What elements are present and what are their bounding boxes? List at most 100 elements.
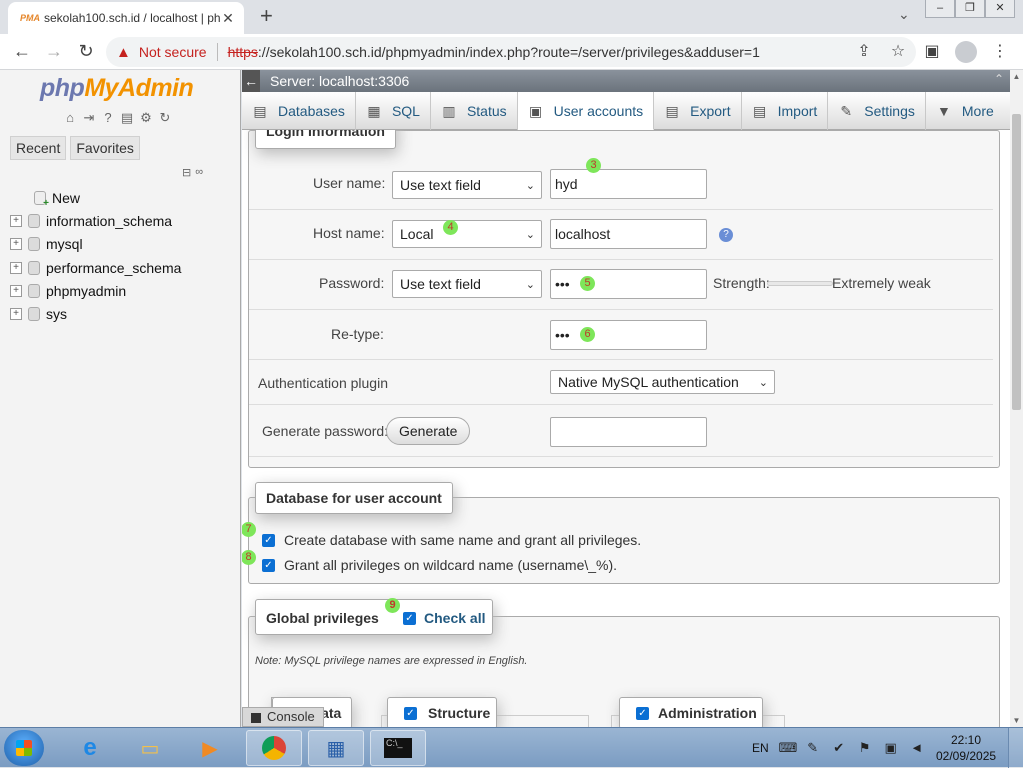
favorites-button[interactable]: Favorites [70,136,140,160]
internet-explorer-icon[interactable]: e [62,730,118,766]
back-icon[interactable]: ← [6,41,38,62]
password-input[interactable]: ••• [550,269,707,299]
start-button[interactable] [4,730,44,766]
help-docs-icon[interactable]: ? [100,110,116,126]
security-shield-icon[interactable]: ✔ [831,740,847,756]
file-explorer-icon[interactable]: ▭ [122,730,178,766]
tree-item-performance-schema[interactable]: + performance_schema [10,256,181,279]
address-bar[interactable]: ▲ Not secure https ://sekolah100.sch.id/… [106,37,916,67]
bookmark-star-icon[interactable]: ☆ [881,38,915,66]
profile-avatar[interactable] [955,41,977,63]
documentation-icon[interactable]: ▤ [119,110,135,126]
page-scrollbar[interactable]: ▲ ▼ [1010,70,1023,727]
media-player-icon[interactable]: ▶ [182,730,238,766]
share-icon[interactable]: ⇪ [847,38,881,66]
structure-checkall-checkbox[interactable]: ✓ [404,707,417,720]
language-indicator[interactable]: EN [752,741,769,755]
tab-sql[interactable]: ▦ SQL [356,92,431,130]
expand-icon[interactable]: + [10,284,22,297]
tab-user-accounts[interactable]: ▣ User accounts [517,92,655,130]
browser-menu-icon[interactable]: ⋮ [983,38,1017,66]
check-all-checkbox[interactable]: ✓ [403,612,416,625]
tab-search-icon[interactable]: ⌄ [898,6,910,23]
browser-tab[interactable]: PMA sekolah100.sch.id / localhost | ph ✕ [8,2,244,34]
network-icon[interactable]: ▣ [883,740,899,756]
keyboard-icon[interactable]: ⌨ [779,740,798,756]
url-scheme: https [227,44,258,60]
administration-checkall-checkbox[interactable]: ✓ [636,707,649,720]
retype-password-input[interactable]: ••• [550,320,707,350]
scroll-up-icon[interactable]: ▲ [1010,72,1023,81]
collapse-all-icon[interactable]: ⊟ [182,166,191,179]
generate-button[interactable]: Generate [386,417,471,445]
scrollbar-thumb[interactable] [1012,114,1021,410]
action-center-flag-icon[interactable]: ⚑ [857,740,873,756]
tab-status[interactable]: ▥ Status [431,92,518,130]
close-window-icon[interactable]: ✕ [985,0,1015,18]
warning-icon: ▲ [116,43,131,61]
administration-label[interactable]: Administration [658,705,757,721]
tab-close-icon[interactable]: ✕ [220,10,236,27]
tab-more[interactable]: ▼ More [926,92,1004,130]
tree-item-new[interactable]: New [10,186,181,209]
grant-wildcard-checkbox[interactable]: ✓ [262,559,275,572]
reload-icon[interactable]: ↻ [70,41,102,62]
structure-label[interactable]: Structure [428,705,490,721]
system-clock[interactable]: 22:10 02/09/2025 [936,732,996,764]
check-all-label[interactable]: Check all [424,609,485,627]
tab-import[interactable]: ▤ Import [742,92,829,130]
new-tab-button[interactable]: + [260,4,273,28]
pen-tool-icon[interactable]: ✎ [805,740,821,756]
minimize-icon[interactable]: – [925,0,955,18]
tree-item-mysql[interactable]: + mysql [10,233,181,256]
expand-icon[interactable]: + [10,214,22,227]
reload-nav-icon[interactable]: ↻ [157,110,173,126]
auth-plugin-select[interactable]: Native MySQL authentication ⌄ [550,370,775,394]
control-panel-icon[interactable]: ▦ [308,730,364,766]
logout-icon[interactable]: ⇥ [81,110,97,126]
recent-button[interactable]: Recent [10,136,67,160]
chrome-icon[interactable] [246,730,302,766]
console-toggle[interactable]: Console [242,707,324,727]
chevron-down-icon: ⌄ [758,377,768,389]
generated-password-input[interactable] [550,417,707,447]
expand-icon[interactable]: + [10,308,22,321]
tab-export[interactable]: ▤ Export [654,92,742,130]
user-name-mode-select[interactable]: Use text field ⌄ [392,171,542,199]
phpmyadmin-logo[interactable]: phpMyAdmin [40,74,194,103]
create-database-checkbox[interactable]: ✓ [262,534,275,547]
password-mode-select[interactable]: Use text field ⌄ [392,270,542,298]
tree-item-label: New [52,189,81,206]
host-name-input[interactable]: localhost [550,219,707,249]
settings-gear-icon[interactable]: ⚙ [138,110,154,126]
tab-databases[interactable]: ▤ Databases [242,92,356,130]
collapse-nav-icon[interactable]: ← [242,70,260,92]
forward-icon[interactable]: → [38,41,70,62]
link-with-main-icon[interactable]: ∞ [195,166,203,179]
expand-icon[interactable]: + [10,238,22,251]
scroll-down-icon[interactable]: ▼ [1010,716,1023,725]
annotation-badge-8: 8 [242,550,256,565]
volume-icon[interactable]: ◄ [909,740,925,756]
scroll-top-icon[interactable]: ⌃ [994,72,1004,86]
server-label[interactable]: Server: localhost:3306 [270,73,409,89]
create-database-label[interactable]: Create database with same name and grant… [284,532,641,548]
login-information-legend: Login Information [255,130,396,149]
home-icon[interactable]: ⌂ [62,110,78,126]
generate-password-label: Generate password: [262,423,389,439]
tree-item-sys[interactable]: + sys [10,302,181,325]
restore-icon[interactable]: ❐ [955,0,985,18]
user-name-input[interactable]: hyd [550,169,707,199]
help-icon[interactable]: ? [719,228,733,242]
show-desktop-button[interactable] [1008,728,1023,768]
not-secure-label[interactable]: Not secure [139,44,207,60]
expand-icon[interactable]: + [10,261,22,274]
host-name-mode-select[interactable]: Local ⌄ [392,220,542,248]
command-prompt-icon[interactable]: C:\_ [370,730,426,766]
tree-item-information-schema[interactable]: + information_schema [10,209,181,232]
grant-wildcard-label[interactable]: Grant all privileges on wildcard name (u… [284,557,617,573]
side-panel-icon[interactable]: ▣ [915,38,949,66]
tree-item-phpmyadmin[interactable]: + phpmyadmin [10,279,181,302]
strength-value: Extremely weak [832,275,931,291]
tab-settings[interactable]: ✎ Settings [828,92,926,130]
